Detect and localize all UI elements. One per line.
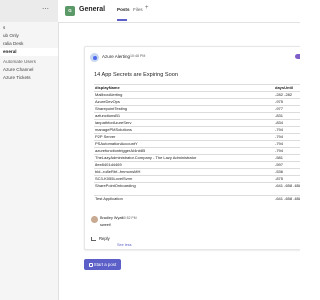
add-tab-icon[interactable]: + xyxy=(145,5,149,11)
sidebar-top-bar: ⋯ xyxy=(0,0,58,22)
compose-icon xyxy=(89,262,93,267)
app-avatar xyxy=(90,53,99,62)
sidebar-item[interactable]: Automate Users xyxy=(0,58,58,66)
sidebar-item[interactable]: ralia Desk xyxy=(0,40,58,48)
cell-days-until: -641 -658 -658 xyxy=(274,182,300,196)
cell-days-until: -794 xyxy=(274,140,300,148)
table-row: TheLazyAdministrator.Company - The Lazy … xyxy=(94,154,300,162)
cell-display-name: SharepointTesting xyxy=(94,105,274,113)
start-post-label: Start a post xyxy=(93,262,117,267)
channel-sidebar: ⋯ s ub Only ralia Desk eneral Automate Users… xyxy=(0,0,59,300)
cell-days-until: -794 xyxy=(274,126,300,134)
teams-window: ⋯ s ub Only ralia Desk eneral Automate Users… xyxy=(0,0,300,300)
notification-badge xyxy=(295,54,300,59)
column-header-daysuntil: daysUntil xyxy=(274,84,300,92)
tab-files[interactable]: Files xyxy=(133,7,143,12)
table-row: managePMSolutions -794 xyxy=(94,126,300,134)
cell-days-until: -834 xyxy=(274,119,300,127)
cell-days-until: -975 xyxy=(274,98,300,106)
channel-header: G General Posts Files + xyxy=(58,0,300,23)
cell-display-name: TheLazyAdministrator.Company - The Lazy … xyxy=(94,154,274,162)
cell-display-name: MailboxAlerting xyxy=(94,91,274,99)
cell-days-until: -794 xyxy=(274,147,300,155)
table-row: 8ee8401d4469 -597 xyxy=(94,161,300,169)
reply-button[interactable]: Reply xyxy=(99,236,110,241)
sidebar-item[interactable]: s xyxy=(0,24,58,32)
cell-display-name: managePMSolutions xyxy=(94,126,274,134)
table-row: SharePointOnboarding -641 -658 -658 xyxy=(94,182,300,196)
cell-days-until: -282 -282 xyxy=(274,91,300,99)
cell-display-name: P2P Server xyxy=(94,133,274,141)
tab-posts[interactable]: Posts xyxy=(117,7,130,12)
cell-display-name: azurefunctiontriggerAI4nb85 xyxy=(94,147,274,155)
channel-title: General xyxy=(79,6,106,13)
table-row: P2P Server -794 xyxy=(94,133,300,141)
secrets-table: displayName daysUntil MailboxAlerting -28… xyxy=(94,84,300,208)
cell-display-name: Test Application xyxy=(94,195,274,208)
table-row: azurefunctiontriggerAI4nb85 -794 xyxy=(94,147,300,155)
cell-display-name: lanpathforAzureServ xyxy=(94,119,274,127)
cell-display-name: SC3-K055LovelSvrm xyxy=(94,175,274,183)
cell-days-until: -536 xyxy=(274,168,300,176)
sidebar-item[interactable]: Azure Tickets xyxy=(0,74,58,82)
see-less-link[interactable]: See less xyxy=(117,243,132,247)
cell-display-name: PSAutomationAccountY xyxy=(94,140,274,148)
reply-author[interactable]: Bradley Wyatt xyxy=(100,216,124,220)
cell-days-until: -831 xyxy=(274,112,300,120)
table-row: bld--ro8eRbf--fmmonsMH -536 xyxy=(94,168,300,176)
column-header-displayname: displayName xyxy=(94,84,274,92)
table-header-row: displayName daysUntil xyxy=(94,84,300,92)
table-row: AzureDevOps -975 xyxy=(94,98,300,106)
cell-days-until: -597 xyxy=(274,161,300,169)
cell-days-until: -794 xyxy=(274,133,300,141)
table-row: PSAutomationAccountY -794 xyxy=(94,140,300,148)
team-avatar: G xyxy=(65,6,75,16)
post-author[interactable]: Azure Alerting xyxy=(102,54,130,59)
post-timestamp: 10:48 PM xyxy=(130,54,146,58)
sidebar-item[interactable]: ub Only xyxy=(0,32,58,40)
cell-display-name: 8ee8401d4469 xyxy=(94,161,274,169)
start-post-button[interactable]: Start a post xyxy=(84,259,121,270)
table-row: SC3-K055LovelSvrm -875 xyxy=(94,175,300,183)
post-title: 14 App Secrets are Expiring Soon xyxy=(94,72,178,78)
cell-days-until: -641 -658 -658 xyxy=(274,195,300,208)
table-row: SharepointTesting -977 xyxy=(94,105,300,113)
cell-days-until: -977 xyxy=(274,105,300,113)
table-row: MailboxAlerting -282 -282 xyxy=(94,91,300,99)
reply-arrow-icon[interactable] xyxy=(91,237,96,241)
sidebar-item[interactable]: eneral xyxy=(0,48,58,56)
sidebar-item[interactable]: Azure Channel xyxy=(0,66,58,74)
cell-display-name: SharePointOnboarding xyxy=(94,182,274,196)
cell-display-name: azfunctionsB1 xyxy=(94,112,274,120)
active-tab-indicator xyxy=(117,19,127,21)
cell-days-until: -581 xyxy=(274,154,300,162)
reply-message: sweet! xyxy=(100,223,111,227)
cell-display-name: bld--ro8eRbf--fmmonsMH xyxy=(94,168,274,176)
table-row: Test Application -641 -658 -658 xyxy=(94,195,300,208)
cell-display-name: AzureDevOps xyxy=(94,98,274,106)
more-options-icon[interactable]: ⋯ xyxy=(42,5,49,13)
reply-timestamp: 10:52 PM xyxy=(122,216,137,220)
cell-days-until: -875 xyxy=(274,175,300,183)
reply-author-avatar xyxy=(91,216,98,223)
table-row: lanpathforAzureServ -834 xyxy=(94,119,300,127)
table-row: azfunctionsB1 -831 xyxy=(94,112,300,120)
